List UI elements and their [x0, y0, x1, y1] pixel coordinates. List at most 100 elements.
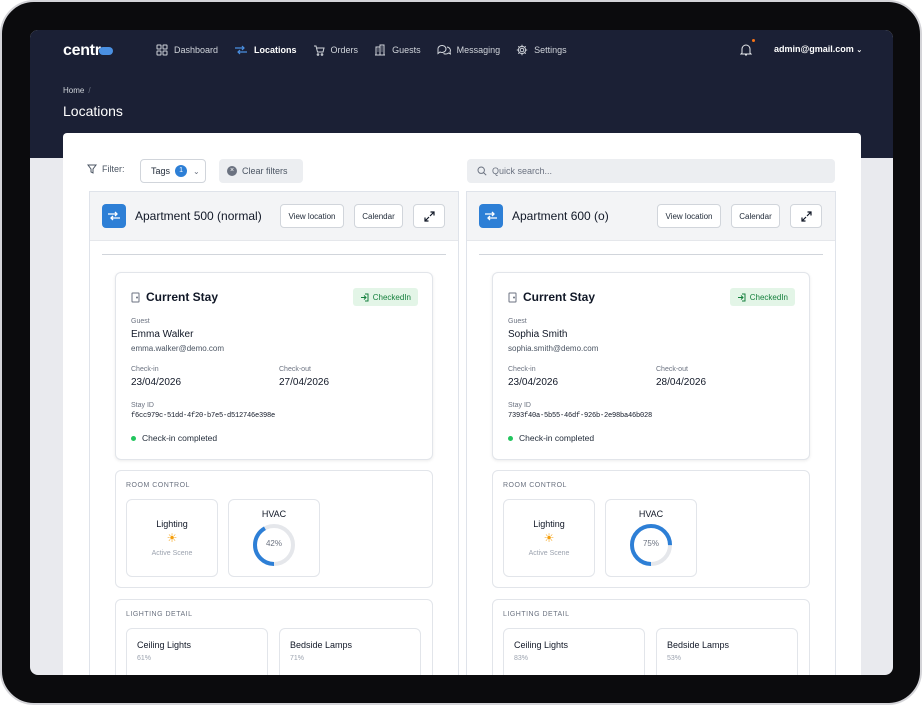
sun-icon: ☀	[166, 531, 178, 545]
nav-label: Guests	[392, 45, 421, 55]
panel-header: Apartment 600 (o) View location Calendar	[467, 192, 835, 241]
tags-label: Tags	[151, 166, 171, 176]
door-icon	[131, 292, 140, 302]
bell-icon[interactable]	[740, 43, 752, 56]
light-tile[interactable]: Ceiling Lights 61%	[126, 628, 268, 675]
stay-id-label: Stay ID	[131, 402, 154, 409]
chevron-down-icon: ⌄	[856, 47, 863, 54]
app-logo[interactable]: centr	[63, 42, 113, 60]
page-title: Locations	[63, 103, 123, 119]
quick-search	[467, 159, 835, 183]
light-name: Bedside Lamps	[290, 640, 353, 650]
main-nav: Dashboard Locations Orders Guests Messag…	[156, 42, 583, 58]
stay-id: 7393f40a-5b55-46df-926b-2e98ba46b028	[508, 412, 653, 420]
nav-item-guests[interactable]: Guests	[374, 44, 421, 56]
lighting-tile[interactable]: Lighting ☀ Active Scene	[126, 499, 218, 577]
sun-icon: ☀	[543, 531, 555, 545]
expand-icon	[800, 210, 812, 222]
light-level: 61%	[137, 655, 152, 662]
guest-label: Guest	[508, 318, 527, 325]
hvac-tile[interactable]: HVAC 42%	[228, 499, 320, 577]
status-badge: CheckedIn	[352, 288, 418, 306]
divider	[479, 254, 823, 255]
calendar-button[interactable]: Calendar	[354, 204, 403, 228]
location-name: Apartment 500 (normal)	[135, 209, 262, 223]
expand-icon	[423, 210, 435, 222]
hvac-value: 42%	[265, 539, 282, 548]
stay-status: Check-in completed	[131, 433, 217, 443]
light-tile[interactable]: Bedside Lamps 71%	[279, 628, 421, 675]
check-in-date: 23/04/2026	[131, 377, 182, 388]
guest-email: sophia.smith@demo.com	[508, 344, 599, 353]
grid-icon	[156, 44, 168, 56]
section-title: LIGHTING DETAIL	[126, 611, 193, 618]
panel-header: Apartment 500 (normal) View location Cal…	[90, 192, 458, 241]
active-scene-label: Active Scene	[528, 550, 570, 557]
location-panel: Apartment 500 (normal) View location Cal…	[89, 191, 459, 675]
view-location-button[interactable]: View location	[280, 204, 344, 228]
guest-name: Sophia Smith	[508, 329, 568, 340]
room-control-card: ROOM CONTROL Lighting ☀ Active Scene HVA…	[492, 470, 810, 588]
search-input[interactable]	[492, 166, 812, 176]
lighting-detail-card: LIGHTING DETAIL Ceiling Lights 61% Bedsi…	[115, 599, 433, 675]
lighting-tile[interactable]: Lighting ☀ Active Scene	[503, 499, 595, 577]
breadcrumb-separator: /	[88, 86, 91, 95]
lighting-label: Lighting	[156, 519, 188, 529]
check-out-date: 27/04/2026	[279, 377, 330, 388]
funnel-icon	[87, 164, 97, 174]
expand-button[interactable]	[413, 204, 445, 228]
hvac-label: HVAC	[261, 509, 287, 519]
nav-label: Settings	[534, 45, 567, 55]
logo-pill-icon	[98, 46, 113, 55]
gear-icon	[516, 44, 528, 56]
check-in-date: 23/04/2026	[508, 377, 559, 388]
location-panel: Apartment 600 (o) View location Calendar…	[466, 191, 836, 675]
clear-filters-button[interactable]: × Clear filters	[219, 159, 303, 183]
nav-item-dashboard[interactable]: Dashboard	[156, 44, 218, 56]
section-title: LIGHTING DETAIL	[503, 611, 570, 618]
swap-arrows-icon	[102, 204, 126, 228]
section-title: ROOM CONTROL	[503, 482, 567, 489]
section-title: ROOM CONTROL	[126, 482, 190, 489]
hvac-label: HVAC	[638, 509, 664, 519]
current-stay-card: Current Stay CheckedIn Guest Sophia Smit…	[492, 272, 810, 460]
stay-id: f6cc979c-51dd-4f20-b7e5-d512746e398e	[131, 412, 276, 420]
light-tile[interactable]: Bedside Lamps 53%	[656, 628, 798, 675]
card-title: Current Stay	[508, 290, 595, 304]
clear-filters-label: Clear filters	[242, 166, 288, 176]
expand-button[interactable]	[790, 204, 822, 228]
stay-status: Check-in completed	[508, 433, 594, 443]
tags-filter-dropdown[interactable]: Tags 1 ⌄	[140, 159, 206, 183]
building-icon	[375, 44, 386, 56]
location-name: Apartment 600 (o)	[512, 209, 609, 223]
light-level: 71%	[290, 655, 305, 662]
chevron-down-icon: ⌄	[193, 166, 200, 176]
nav-item-locations[interactable]: Locations	[234, 44, 297, 56]
nav-label: Locations	[254, 45, 297, 55]
light-name: Ceiling Lights	[514, 640, 569, 650]
nav-label: Dashboard	[174, 45, 219, 55]
nav-label: Messaging	[456, 45, 501, 55]
calendar-button[interactable]: Calendar	[731, 204, 780, 228]
light-tile[interactable]: Ceiling Lights 83%	[503, 628, 645, 675]
guest-label: Guest	[131, 318, 150, 325]
nav-item-messaging[interactable]: Messaging	[437, 44, 501, 56]
filter-label: Filter:	[87, 164, 125, 174]
nav-label: Orders	[330, 45, 359, 55]
guest-email: emma.walker@demo.com	[131, 344, 225, 353]
swap-arrows-icon	[479, 204, 503, 228]
app-screen: centr Dashboard Locations Orders Guests …	[30, 30, 893, 675]
check-in-label: Check-in	[508, 366, 536, 373]
user-menu[interactable]: admin@gmail.com ⌄	[774, 44, 862, 54]
tags-count-badge: 1	[175, 165, 188, 177]
nav-item-settings[interactable]: Settings	[516, 44, 567, 56]
hvac-tile[interactable]: HVAC 75%	[605, 499, 697, 577]
swap-arrows-icon	[235, 45, 248, 55]
view-location-button[interactable]: View location	[657, 204, 721, 228]
breadcrumb-home[interactable]: Home	[63, 86, 84, 95]
light-name: Bedside Lamps	[667, 640, 730, 650]
lighting-detail-card: LIGHTING DETAIL Ceiling Lights 83% Bedsi…	[492, 599, 810, 675]
light-level: 53%	[667, 655, 682, 662]
breadcrumb: Home /	[63, 86, 91, 95]
nav-item-orders[interactable]: Orders	[313, 44, 359, 56]
